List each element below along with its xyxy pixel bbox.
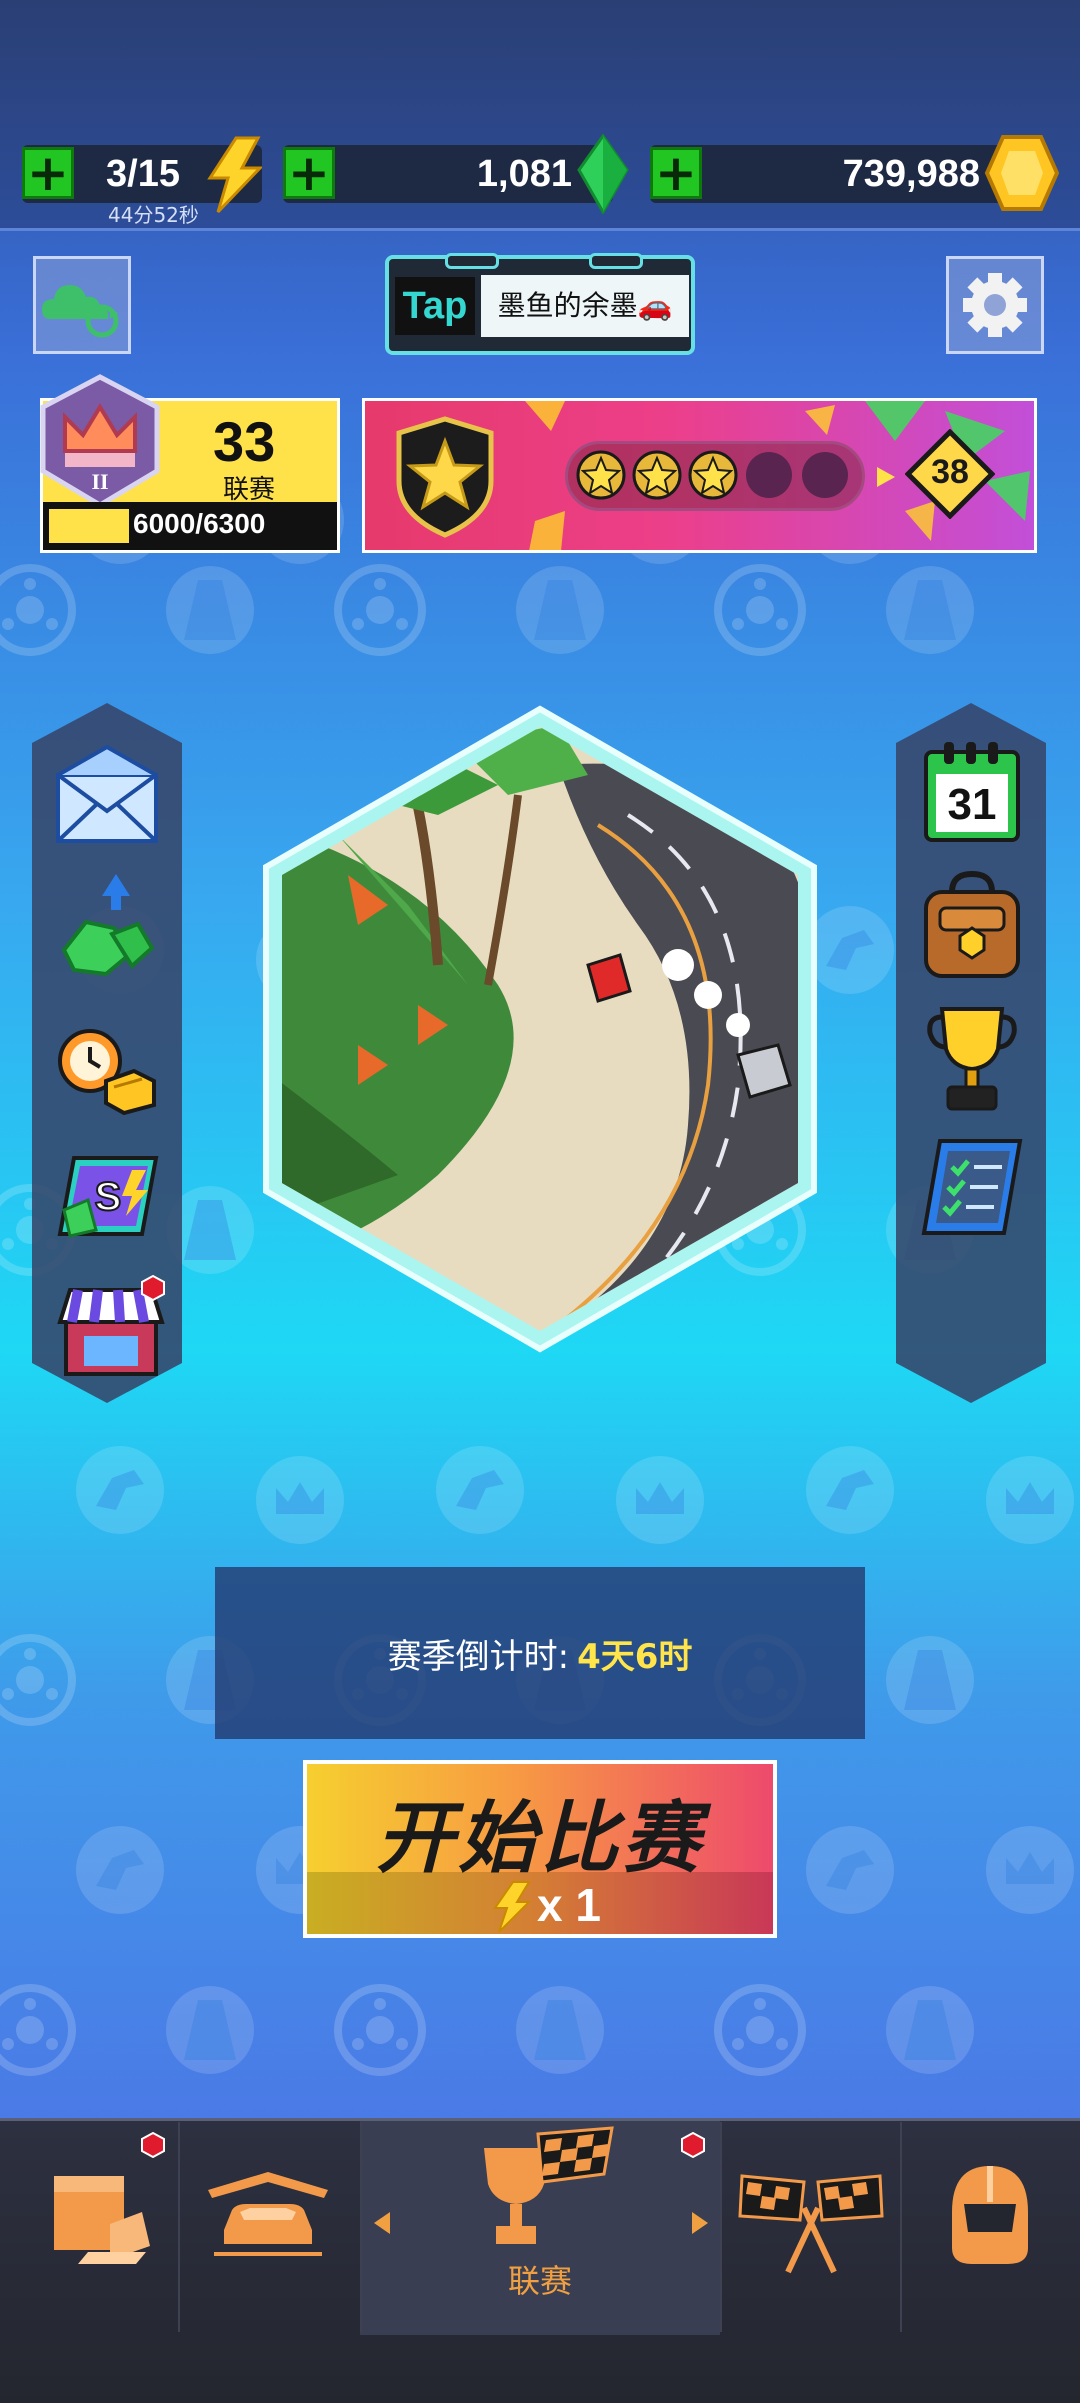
league-progress-bar: 6000/6300 [43, 502, 337, 550]
pass-stars [575, 449, 855, 505]
shop-notification-badge [141, 1275, 165, 1301]
nav-prev-arrow-icon[interactable] [372, 2210, 392, 2236]
nav-league-trophy-flag-icon [484, 2126, 614, 2244]
start-race-button[interactable]: 开始比赛 x 1 [303, 1760, 777, 1938]
pass-level-number: 38 [931, 453, 969, 491]
start-race-cost: x 1 [537, 1879, 601, 1931]
nav-race-flags-icon[interactable] [738, 2168, 884, 2278]
pass-star-filled-icon [576, 450, 626, 500]
league-crown-badge-icon: II [40, 374, 160, 508]
nav-garage-car-icon[interactable] [200, 2168, 336, 2258]
pass-level-badge: 38 [904, 428, 996, 520]
start-race-label: 开始比赛 [375, 1794, 704, 1884]
nav-shop-notification-badge [141, 2132, 165, 2158]
nav-profile-helmet-icon[interactable] [948, 2162, 1032, 2268]
svg-text:S: S [95, 1175, 122, 1219]
calendar-day: 31 [947, 780, 997, 829]
tap-banner-text: 墨鱼的余墨🚗 [481, 275, 689, 337]
nav-shop-crate-icon[interactable] [48, 2162, 154, 2268]
season-countdown-label: 赛季倒计时: [387, 1636, 570, 1677]
play-arrow-icon [877, 467, 895, 487]
pass-shield-star-icon [396, 416, 494, 538]
tap-banner[interactable]: Tap 墨鱼的余墨🚗 [385, 253, 695, 355]
pass-star-empty-icon [746, 452, 792, 498]
coin-value: 739,988 [842, 153, 980, 195]
boost-card-icon[interactable]: S [56, 1150, 160, 1242]
tap-logo: Tap [395, 277, 475, 335]
settings-button[interactable] [946, 256, 1044, 354]
mail-icon[interactable] [54, 745, 160, 845]
gear-icon [963, 273, 1027, 337]
backpack-icon[interactable] [918, 870, 1026, 982]
cloud-sync-icon [42, 285, 119, 338]
svg-text:II: II [91, 469, 108, 494]
season-countdown-value: 4天6时 [577, 1636, 693, 1677]
track-preview[interactable] [258, 705, 823, 1353]
league-number: 33 [213, 410, 276, 473]
energy-cost-icon [493, 1881, 531, 1933]
lightning-icon [207, 136, 262, 214]
league-progress-fill [49, 509, 129, 543]
time-coins-icon[interactable] [54, 1025, 164, 1115]
season-pass-card[interactable]: 38 [362, 398, 1037, 553]
league-card[interactable]: II 33 联赛 6000/6300 [40, 374, 340, 553]
season-countdown: 赛季倒计时: 4天6时 [215, 1567, 865, 1739]
calendar-button[interactable]: 31 [922, 740, 1022, 845]
pass-star-filled-icon [632, 450, 682, 500]
nav-league-label: 联赛 [507, 2262, 572, 2300]
add-gems-button[interactable]: + [283, 147, 335, 199]
nav-next-arrow-icon[interactable] [690, 2210, 710, 2236]
energy-timer: 44分52秒 [108, 203, 199, 227]
nav-league-notification-badge [681, 2132, 705, 2158]
gem-upgrade-icon[interactable] [56, 870, 160, 980]
pass-star-empty-icon [802, 452, 848, 498]
coin-icon [984, 135, 1059, 211]
add-coins-button[interactable]: + [650, 147, 702, 199]
league-label: 联赛 [223, 475, 276, 505]
league-progress-text: 6000/6300 [133, 508, 266, 539]
gem-value: 1,081 [476, 153, 572, 195]
task-list-icon[interactable] [920, 1135, 1024, 1239]
banner-clip-right [589, 253, 643, 269]
pass-star-filled-icon [688, 450, 738, 500]
banner-clip-left [445, 253, 499, 269]
cloud-sync-button[interactable] [33, 256, 131, 354]
gem-icon [577, 134, 629, 214]
trophy-icon[interactable] [926, 1003, 1018, 1113]
energy-value: 3/15 [106, 153, 180, 195]
add-energy-button[interactable]: + [22, 147, 74, 199]
